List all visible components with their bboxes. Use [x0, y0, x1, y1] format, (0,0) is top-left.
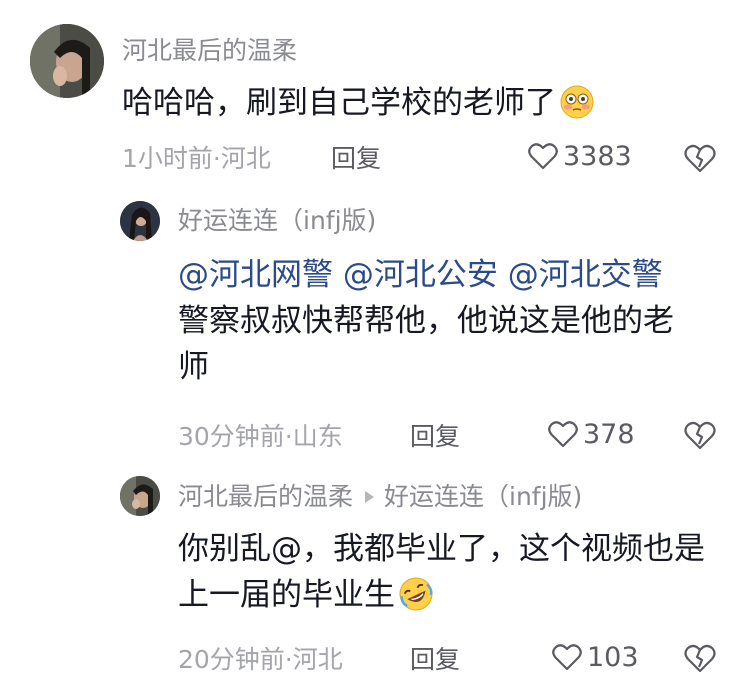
broken-heart-icon: [684, 144, 716, 173]
rolling-laughing-emoji-icon: [399, 577, 433, 611]
like-count: 3383: [563, 140, 632, 172]
broken-heart-icon: [684, 421, 716, 450]
avatar-photo-icon: [30, 24, 104, 98]
reply-arrow-icon: [365, 490, 375, 503]
mention-link[interactable]: @河北网警: [178, 257, 333, 293]
like-count: 103: [587, 641, 639, 673]
reply-button[interactable]: 回复: [410, 647, 460, 672]
dislike-button[interactable]: [684, 420, 716, 450]
like-button[interactable]: 103: [552, 643, 639, 671]
comment-text: 哈哈哈，刷到自己学校的老师了: [122, 80, 722, 126]
comment-time-location: 1小时前·河北: [122, 144, 271, 173]
avatar[interactable]: [30, 24, 104, 98]
comment-text-content: 你别乱@，我都毕业了，这个视频也是上一届的毕业生: [178, 531, 705, 613]
comment-time-location: 30分钟前·山东: [178, 422, 343, 451]
reply-button[interactable]: 回复: [331, 146, 381, 171]
broken-heart-icon: [684, 644, 716, 673]
avatar-photo-icon: [120, 476, 160, 516]
dislike-button[interactable]: [684, 643, 716, 673]
comment-time-location: 20分钟前·河北: [178, 645, 343, 674]
dislike-button[interactable]: [684, 143, 716, 173]
mention-link[interactable]: @河北公安: [343, 257, 498, 293]
comment-username: 河北最后的温柔 好运连连（infj版): [178, 484, 582, 509]
heart-icon: [528, 143, 558, 170]
like-count: 378: [583, 418, 635, 450]
avatar[interactable]: [120, 201, 160, 241]
avatar[interactable]: [120, 476, 160, 516]
comment-username-link[interactable]: 河北最后的温柔: [178, 482, 353, 511]
heart-icon: [552, 644, 582, 671]
reply-to-username[interactable]: 好运连连（infj版): [384, 482, 582, 511]
flushed-face-emoji-icon: [560, 85, 594, 119]
comment-text-content: 哈哈哈，刷到自己学校的老师了: [122, 85, 556, 121]
comment-text: 你别乱@，我都毕业了，这个视频也是上一届的毕业生: [178, 526, 718, 618]
comment-text-content: 警察叔叔快帮帮他，他说这是他的老师: [178, 303, 674, 385]
like-button[interactable]: 378: [548, 420, 635, 448]
mention-link[interactable]: @河北交警: [508, 257, 663, 293]
heart-icon: [548, 421, 578, 448]
reply-button[interactable]: 回复: [410, 424, 460, 449]
like-button[interactable]: 3383: [528, 142, 632, 170]
comment-text: @河北网警 @河北公安 @河北交警 警察叔叔快帮帮他，他说这是他的老师: [178, 252, 698, 390]
comment-username[interactable]: 好运连连（infj版): [178, 208, 376, 233]
comment-username[interactable]: 河北最后的温柔: [122, 38, 297, 63]
avatar-photo-icon: [120, 201, 160, 241]
